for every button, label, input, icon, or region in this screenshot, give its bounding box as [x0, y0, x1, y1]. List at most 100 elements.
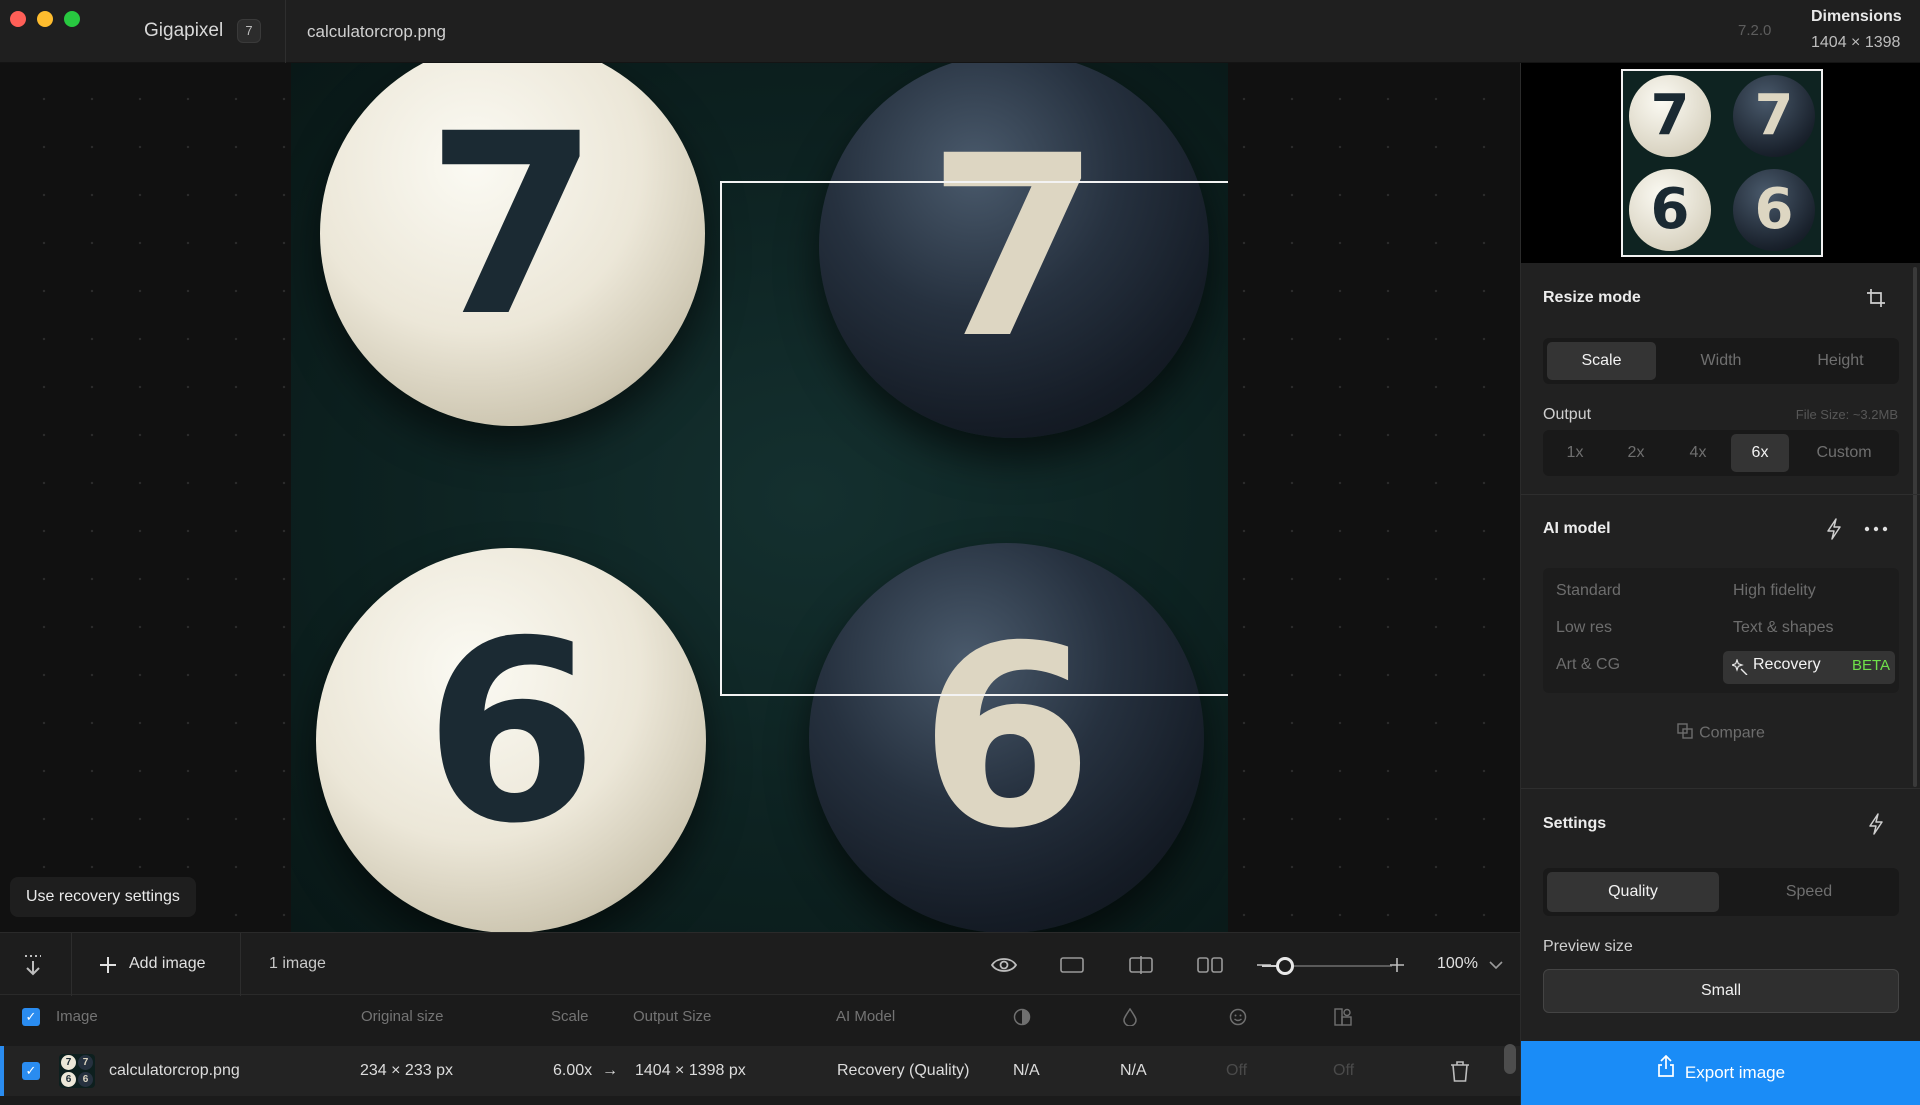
table-row[interactable]: ✓ 7 7 6 6 calculatorcrop.png 234 × 233 p…: [0, 1046, 1520, 1096]
image-table-header: ✓ Image Original size Scale Output Size …: [0, 996, 1520, 1036]
key-digit: 7: [425, 80, 600, 371]
navigator-key: 6: [1733, 169, 1815, 251]
chevron-down-icon[interactable]: [1488, 955, 1504, 975]
calculator-key: 6: [316, 548, 706, 932]
navigator-key: 7: [1629, 75, 1711, 157]
app-version-badge: 7: [237, 19, 261, 43]
title-bar: Gigapixel 7 calculatorcrop.png 7.2.0 Dim…: [0, 0, 1920, 63]
preview-image[interactable]: 7 7 6 6: [291, 63, 1228, 932]
column-header-original-size[interactable]: Original size: [361, 1008, 444, 1025]
column-header-ai-model[interactable]: AI Model: [836, 1008, 895, 1025]
resize-mode-width[interactable]: Width: [1666, 342, 1776, 380]
settings-speed[interactable]: Speed: [1723, 872, 1895, 912]
settings-title: Settings: [1543, 815, 1607, 832]
app-name: Gigapixel: [144, 20, 224, 41]
lightning-icon[interactable]: [1864, 812, 1888, 836]
sharpen-column-icon: [1120, 1007, 1140, 1027]
dimensions-value: 1404 × 1398: [1811, 34, 1901, 51]
window-maximize-button[interactable]: [64, 11, 80, 27]
add-image-button[interactable]: Add image: [129, 955, 206, 973]
version-label: 7.2.0: [1738, 22, 1772, 39]
collapse-list-icon[interactable]: [18, 951, 48, 979]
column-header-scale[interactable]: Scale: [551, 1008, 589, 1025]
color-adjust-column-icon: [1333, 1007, 1353, 1027]
navigator-image[interactable]: 7 7 6 6: [1621, 69, 1823, 257]
file-title: calculatorcrop.png: [307, 22, 446, 41]
row-file-name: calculatorcrop.png: [109, 1062, 240, 1079]
calculator-key: 7: [320, 63, 705, 426]
section-divider: [1521, 788, 1920, 789]
window-minimize-button[interactable]: [37, 11, 53, 27]
section-divider: [1521, 494, 1920, 495]
model-recovery[interactable]: Recovery: [1753, 656, 1821, 674]
row-ai-model: Recovery (Quality): [837, 1062, 970, 1079]
row-scale-arrow: →: [602, 1062, 618, 1079]
preview-selection-box[interactable]: [720, 181, 1228, 696]
recovery-settings-button[interactable]: Use recovery settings: [10, 877, 196, 917]
export-image-button[interactable]: Export image: [1521, 1041, 1920, 1105]
settings-mode-segmented: Quality Speed: [1543, 868, 1899, 916]
preview-size-label: Preview size: [1543, 938, 1633, 955]
single-view-icon[interactable]: [1058, 953, 1086, 977]
crop-icon[interactable]: [1864, 286, 1888, 310]
resize-mode-segmented: Scale Width Height: [1543, 338, 1899, 384]
dimensions-label: Dimensions: [1811, 8, 1902, 25]
zoom-slider-handle[interactable]: [1276, 957, 1294, 975]
split-view-icon[interactable]: [1127, 953, 1155, 977]
output-scale-6x[interactable]: 6x: [1731, 434, 1789, 472]
trash-icon[interactable]: [1448, 1058, 1472, 1084]
row-output-size: 1404 × 1398 px: [635, 1062, 746, 1079]
panel-scrollbar[interactable]: [1913, 267, 1917, 787]
side-by-side-icon[interactable]: [1196, 953, 1224, 977]
row-color-value: Off: [1333, 1062, 1355, 1079]
resize-mode-height[interactable]: Height: [1786, 342, 1895, 380]
preview-size-select[interactable]: Small: [1543, 969, 1899, 1013]
title-divider: [285, 0, 286, 63]
more-options-icon[interactable]: [1862, 517, 1890, 541]
compare-icon: [1677, 723, 1693, 744]
select-all-checkbox[interactable]: ✓: [22, 1008, 40, 1026]
eye-icon[interactable]: [990, 953, 1018, 977]
plus-icon[interactable]: [96, 953, 120, 977]
output-scale-4x[interactable]: 4x: [1669, 434, 1727, 472]
output-scale-1x[interactable]: 1x: [1547, 434, 1603, 472]
output-scale-segmented: 1x 2x 4x 6x Custom: [1543, 430, 1899, 476]
image-count: 1 image: [269, 955, 326, 972]
output-label: Output: [1543, 406, 1592, 423]
share-icon: [1657, 1040, 1675, 1104]
zoom-in-icon[interactable]: [1389, 953, 1405, 977]
beta-badge: BETA: [1852, 657, 1891, 674]
model-high-fidelity[interactable]: High fidelity: [1733, 582, 1816, 600]
model-standard[interactable]: Standard: [1556, 582, 1621, 600]
navigator-preview[interactable]: 7 7 6 6: [1521, 63, 1920, 263]
lightning-icon[interactable]: [1822, 517, 1846, 541]
image-thumbnail: 7 7 6 6: [59, 1054, 95, 1088]
row-original-size: 234 × 233 px: [360, 1062, 453, 1079]
row-checkbox[interactable]: ✓: [22, 1062, 40, 1080]
column-header-output-size[interactable]: Output Size: [633, 1008, 711, 1025]
model-art-cg[interactable]: Art & CG: [1556, 656, 1620, 674]
compare-label: Compare: [1699, 724, 1765, 742]
output-file-size: File Size: ~3.2MB: [1795, 407, 1898, 422]
zoom-level[interactable]: 100%: [1437, 955, 1478, 973]
face-recovery-column-icon: [1228, 1007, 1248, 1027]
output-scale-custom[interactable]: Custom: [1793, 434, 1895, 472]
compare-button[interactable]: Compare: [1521, 723, 1920, 744]
denoise-column-icon: [1012, 1007, 1032, 1027]
export-label: Export image: [1684, 1063, 1786, 1082]
preview-canvas[interactable]: 7 7 6 6: [0, 63, 1520, 932]
model-text-shapes[interactable]: Text & shapes: [1733, 619, 1834, 637]
settings-quality[interactable]: Quality: [1547, 872, 1719, 912]
sparkle-icon: [1731, 657, 1749, 677]
ai-model-grid: Standard High fidelity Low res Text & sh…: [1543, 568, 1899, 693]
resize-mode-scale[interactable]: Scale: [1547, 342, 1656, 380]
key-digit: 6: [424, 587, 598, 878]
model-low-res[interactable]: Low res: [1556, 619, 1612, 637]
column-header-image[interactable]: Image: [56, 1008, 98, 1025]
window-close-button[interactable]: [10, 11, 26, 27]
ai-model-title: AI model: [1543, 520, 1611, 537]
toolbar-divider: [240, 933, 241, 996]
output-scale-2x[interactable]: 2x: [1607, 434, 1665, 472]
table-scrollbar[interactable]: [1504, 1044, 1516, 1074]
thumb-key: 7: [61, 1055, 76, 1070]
